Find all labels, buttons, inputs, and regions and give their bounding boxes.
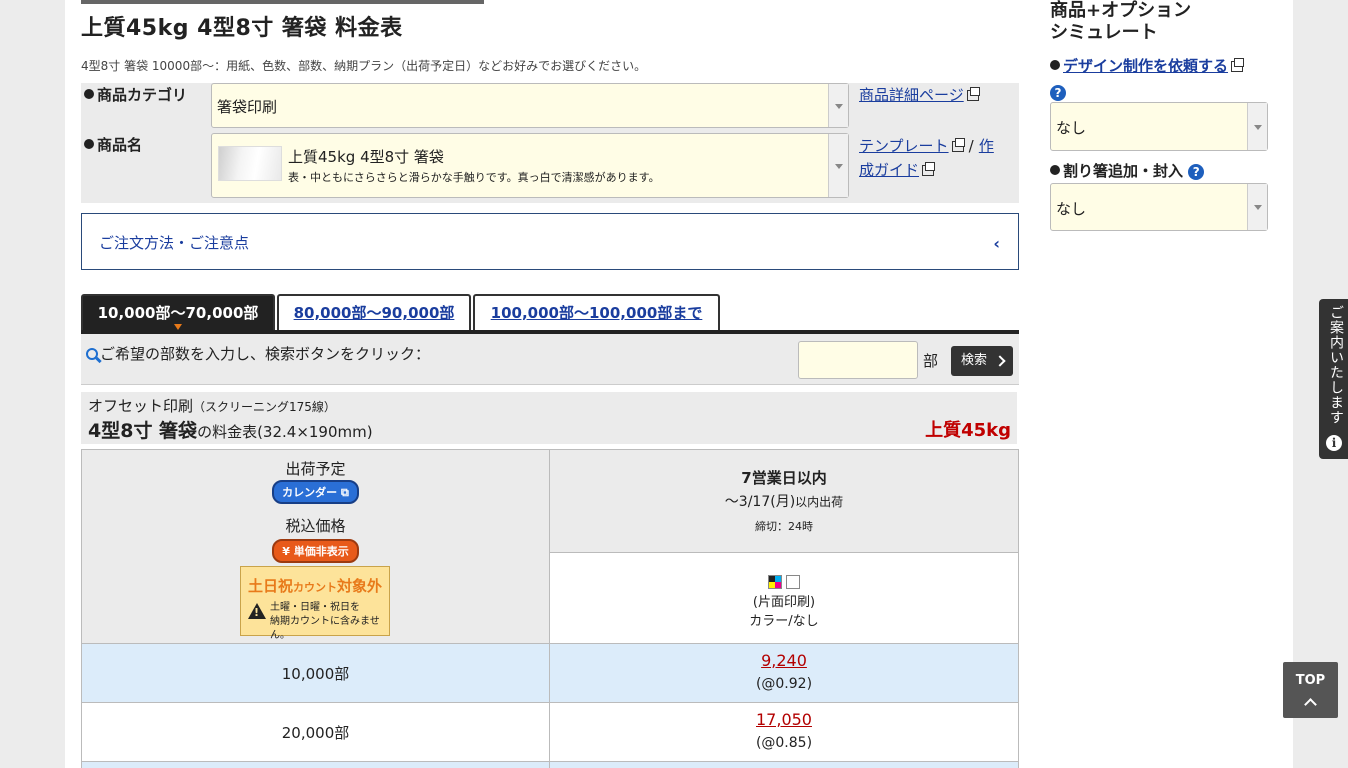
guide-side-tab[interactable]: ご案内いたします i: [1319, 299, 1348, 459]
ship-label: 出荷予定: [285, 460, 346, 478]
weekend-title: 土日祝カウント対象外: [247, 577, 383, 595]
top-label: TOP: [1295, 673, 1326, 688]
help-icon[interactable]: ?: [1050, 84, 1066, 101]
table-row-price: [549, 761, 1019, 768]
table-row: 20,000部: [81, 702, 550, 762]
plan-header: 7営業日以内 〜3/17(月)以内出荷 締切：24時: [549, 449, 1019, 553]
unit-price-toggle[interactable]: ¥ 単価非表示: [272, 539, 359, 563]
price-link[interactable]: 17,050: [756, 710, 812, 729]
unit-price: (@0.92): [755, 676, 813, 692]
unit-price-wrap: ¥ 単価非表示: [82, 539, 549, 563]
print-side: (片面印刷): [752, 595, 816, 610]
no-color-icon: [786, 574, 800, 589]
back-to-top-button[interactable]: TOP: [1283, 662, 1338, 718]
external-window-icon: [1231, 58, 1245, 72]
design-option-label: デザイン制作を依頼する: [1050, 55, 1245, 76]
info-icon: i: [1326, 435, 1342, 451]
color-swatches: [550, 571, 1018, 590]
weekend-description: 土曜・日曜・祝日を 納期カウントに含みません。: [270, 602, 380, 641]
design-request-link[interactable]: デザイン制作を依頼する: [1063, 57, 1228, 75]
table-header-left: 出荷予定 カレンダー ⧉ 税込価格 ¥ 単価非表示 土日祝カウント対象外 土曜・…: [81, 449, 550, 644]
table-row: 10,000部: [81, 643, 550, 703]
row-quantity: 10,000部: [281, 665, 350, 683]
unit-price: (@0.85): [755, 735, 813, 751]
calendar-button[interactable]: カレンダー ⧉: [272, 480, 359, 504]
plan-title: 7営業日以内: [741, 469, 827, 487]
sidebar-title: 商品+オプション シミュレート: [1050, 0, 1192, 43]
price-link[interactable]: 9,240: [761, 651, 807, 670]
dropdown-arrow-icon: [1247, 103, 1267, 150]
weekend-notice: 土日祝カウント対象外 土曜・日曜・祝日を納期カウントに含みません。: [240, 566, 390, 641]
chopstick-option-value: なし: [1056, 200, 1087, 218]
guide-text: ご案内いたします: [1328, 305, 1344, 425]
chevron-up-icon: [1304, 698, 1317, 711]
bullet-icon: [1050, 59, 1060, 70]
design-option-select[interactable]: なし: [1050, 102, 1268, 151]
full-color-icon: [768, 574, 782, 589]
bullet-icon: [1050, 164, 1060, 175]
print-colors: カラー/なし: [749, 614, 819, 629]
price-cell: 9,240: [550, 651, 1018, 670]
color-header: (片面印刷) カラー/なし: [549, 552, 1019, 644]
table-row-price: 17,050 (@0.85): [549, 702, 1019, 762]
warning-icon: [248, 603, 266, 619]
tax-label: 税込価格: [285, 517, 346, 535]
plan-ship-date: 〜3/17(月)以内出荷: [724, 494, 844, 510]
dropdown-arrow-icon: [1247, 184, 1267, 230]
design-help: ?: [1050, 82, 1066, 101]
help-icon[interactable]: ?: [1188, 163, 1205, 180]
table-row: [81, 761, 550, 768]
table-row-price: 9,240 (@0.92): [549, 643, 1019, 703]
plan-cutoff: 締切：24時: [755, 520, 813, 533]
calendar-wrap: カレンダー ⧉: [82, 480, 549, 504]
design-option-value: なし: [1056, 119, 1087, 137]
chopstick-option-select[interactable]: なし: [1050, 183, 1268, 231]
row-quantity: 20,000部: [281, 724, 350, 742]
price-cell: 17,050: [550, 710, 1018, 729]
chopstick-option-label: 割り箸追加・封入 ?: [1050, 160, 1205, 181]
